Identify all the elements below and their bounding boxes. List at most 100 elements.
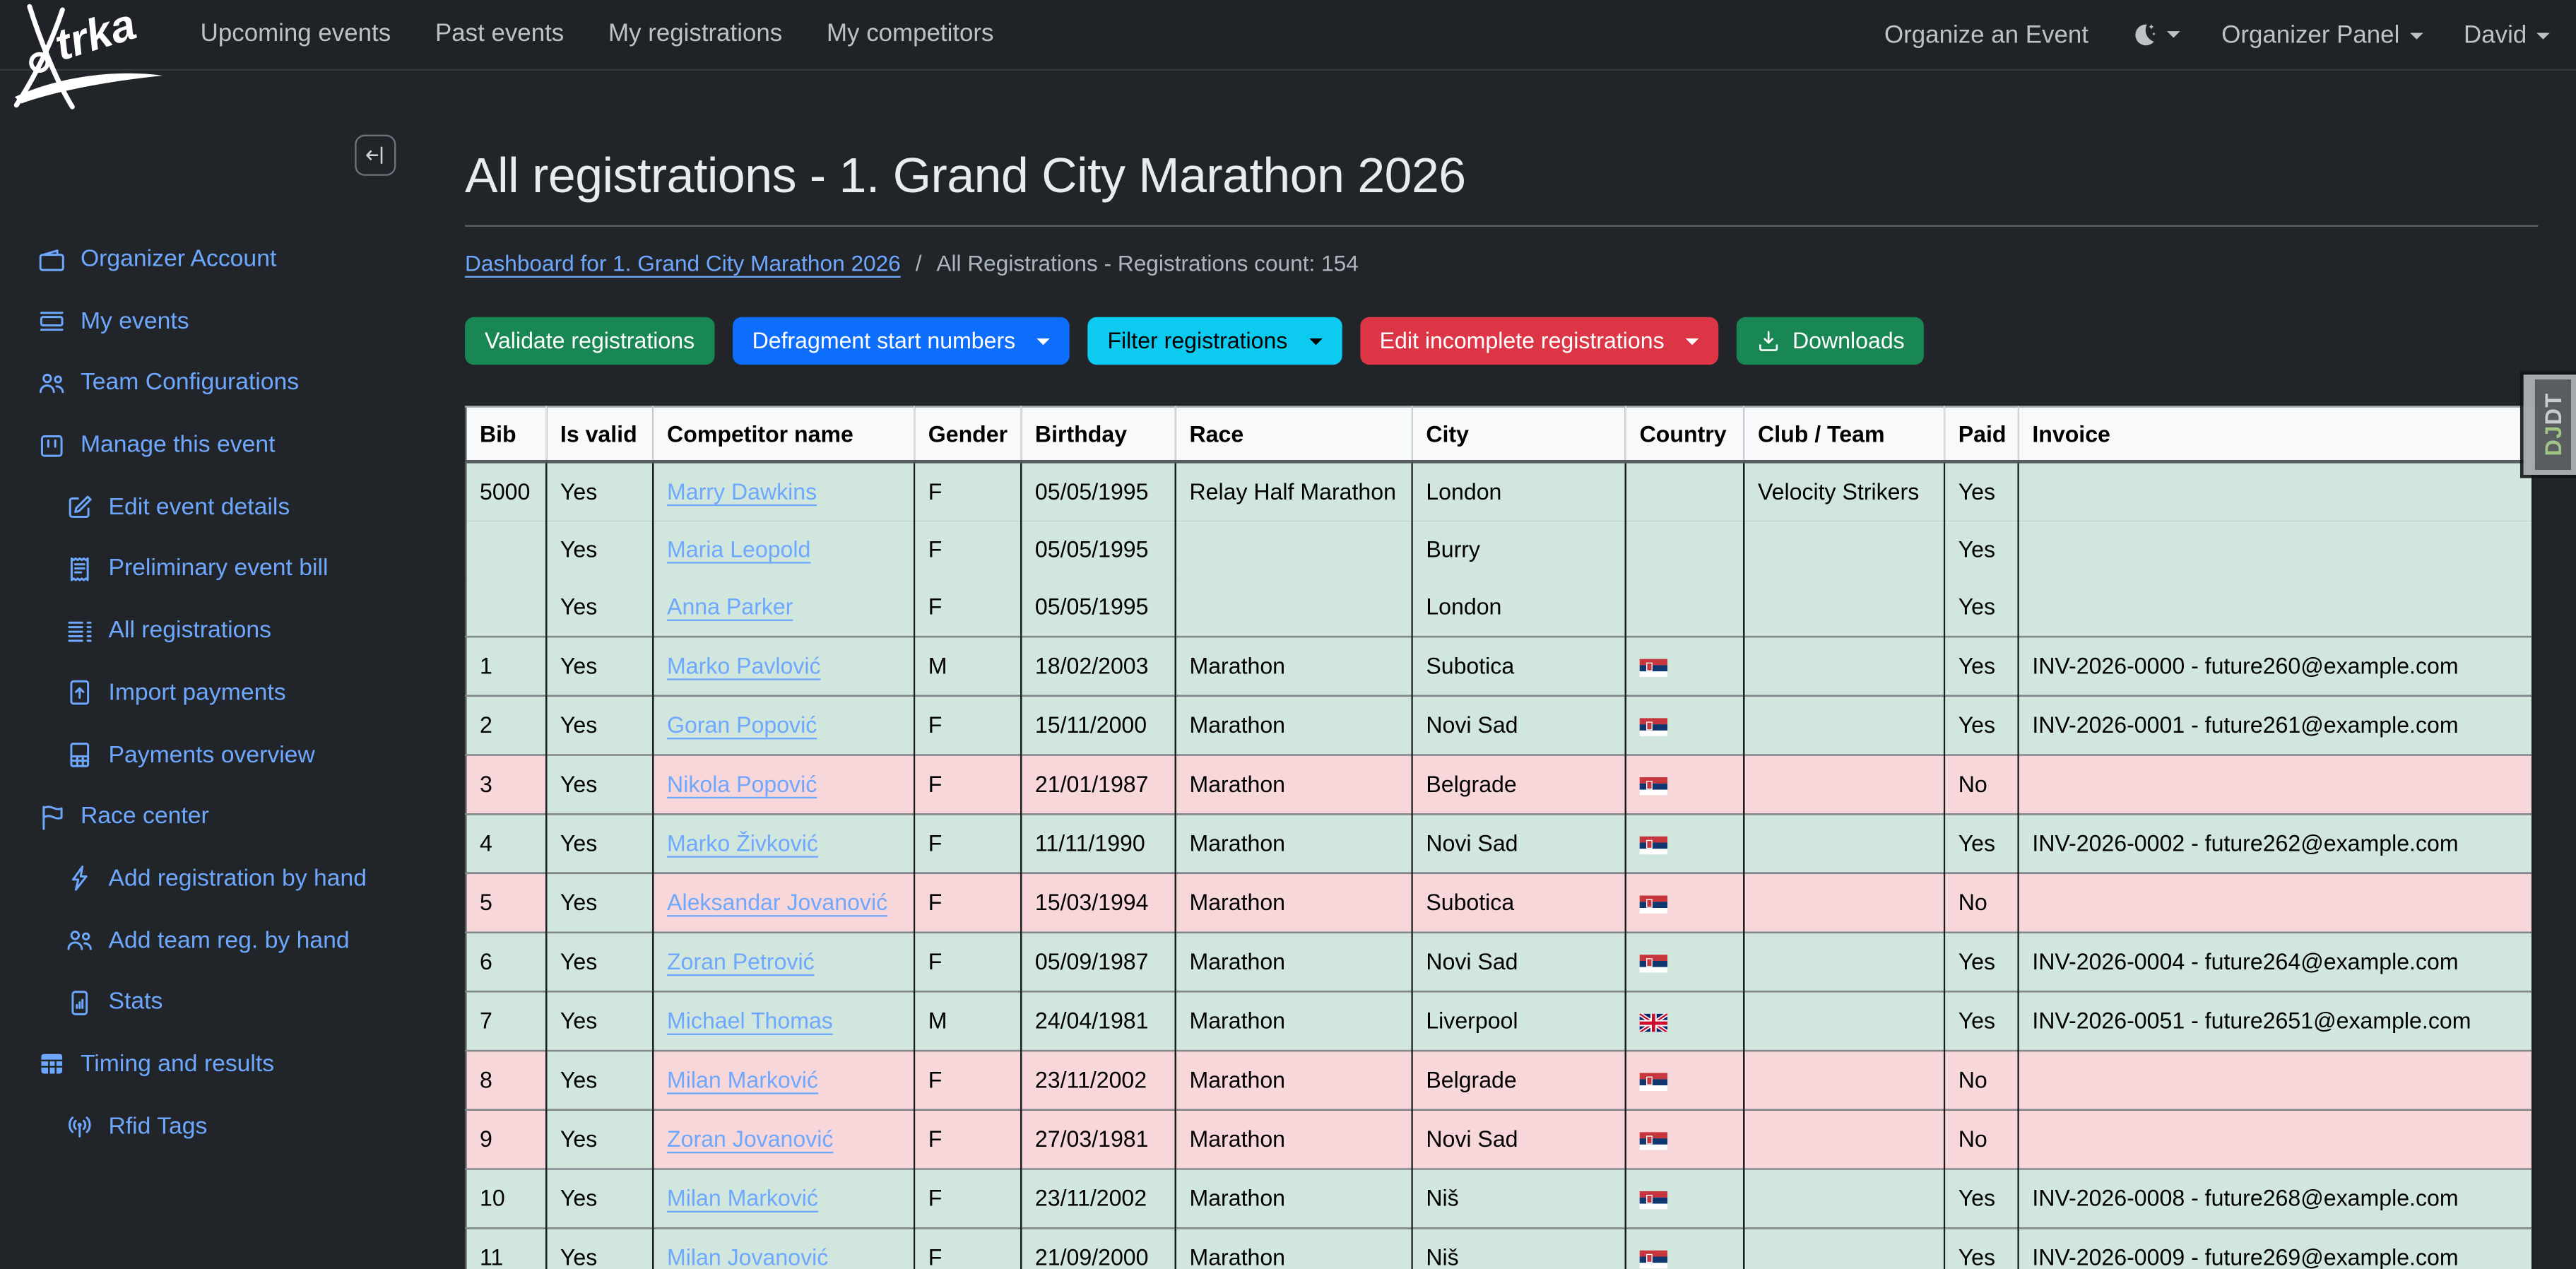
list-columns-icon <box>66 617 94 645</box>
competitor-link[interactable]: Anna Parker <box>667 595 793 620</box>
competitor-link[interactable]: Milan Jovanović <box>667 1246 828 1269</box>
competitor-link[interactable]: Milan Marković <box>667 1186 818 1211</box>
nav-upcoming-events[interactable]: Upcoming events <box>201 20 391 48</box>
sidebar-item-label: Payments overview <box>108 742 314 768</box>
breadcrumb-current: All Registrations - Registrations count:… <box>936 251 1358 276</box>
table-row: 10 Yes Milan Marković F 23/11/2002 Marat… <box>466 1169 2532 1228</box>
djdt-toolbar-handle[interactable]: DJDT <box>2524 374 2576 475</box>
nav-organize-event[interactable]: Organize an Event <box>1884 20 2088 49</box>
sidebar-item-timing-and-results[interactable]: Timing and results <box>0 1045 437 1085</box>
competitor-name-cell: Marry Dawkins <box>653 461 914 521</box>
sidebar-item-edit-event-details[interactable]: Edit event details <box>0 488 437 527</box>
gender-cell: F <box>914 873 1021 933</box>
competitor-link[interactable]: Michael Thomas <box>667 1009 833 1034</box>
birthday-cell: 27/03/1981 <box>1021 1110 1176 1169</box>
column-header-bib: Bib <box>466 407 546 462</box>
competitor-link[interactable]: Aleksandar Jovanović <box>667 890 887 915</box>
nav-past-events[interactable]: Past events <box>435 20 564 48</box>
button-label: Edit incomplete registrations <box>1380 329 1665 353</box>
theme-toggle[interactable] <box>2129 20 2180 49</box>
birthday-cell: 23/11/2002 <box>1021 1051 1176 1110</box>
is-valid-cell: Yes <box>546 1110 653 1169</box>
sidebar-item-organizer-account[interactable]: Organizer Account <box>0 240 437 279</box>
competitor-link[interactable]: Milan Marković <box>667 1068 818 1092</box>
sidebar-item-preliminary-event-bill[interactable]: Preliminary event bill <box>0 550 437 589</box>
sidebar-item-payments-overview[interactable]: Payments overview <box>0 736 437 775</box>
competitor-link[interactable]: Goran Popović <box>667 713 817 738</box>
sidebar-item-label: Import payments <box>108 680 285 706</box>
competitor-link[interactable]: Zoran Jovanović <box>667 1127 833 1152</box>
kanban-icon <box>37 432 66 460</box>
sidebar-item-all-registrations[interactable]: All registrations <box>0 611 437 651</box>
country-cell <box>1626 696 1744 755</box>
nav-my-competitors[interactable]: My competitors <box>827 20 993 48</box>
edit-incomplete-registrations-button[interactable]: Edit incomplete registrations <box>1360 317 1719 365</box>
breadcrumb-dashboard-link[interactable]: Dashboard for 1. Grand City Marathon 202… <box>465 251 901 276</box>
chevron-down-icon <box>1686 338 1699 344</box>
sidebar-item-manage-this-event[interactable]: Manage this event <box>0 425 437 465</box>
downloads-button[interactable]: Downloads <box>1737 317 1925 365</box>
filter-registrations-button[interactable]: Filter registrations <box>1088 317 1342 365</box>
sidebar-item-my-events[interactable]: My events <box>0 302 437 341</box>
is-valid-cell: Yes <box>546 814 653 873</box>
sidebar-item-rfid-tags[interactable]: Rfid Tags <box>0 1106 437 1146</box>
competitor-name-cell: Goran Popović <box>653 696 914 755</box>
sidebar-item-race-center[interactable]: Race center <box>0 797 437 837</box>
sidebar-item-add-team-reg-by-hand[interactable]: Add team reg. by hand <box>0 921 437 960</box>
file-spreadsheet-icon <box>66 741 94 769</box>
defragment-start-numbers-button[interactable]: Defragment start numbers <box>733 317 1070 365</box>
club-team-cell <box>1744 1228 1944 1269</box>
nav-user-menu[interactable]: David <box>2464 20 2550 49</box>
invoice-cell <box>2019 873 2533 933</box>
sidebar-item-team-configurations[interactable]: Team Configurations <box>0 364 437 403</box>
table-row: 3 Yes Nikola Popović F 21/01/1987 Marath… <box>466 755 2532 814</box>
competitor-name-cell: Marko Pavlović <box>653 637 914 696</box>
gender-cell: F <box>914 696 1021 755</box>
sidebar-item-stats[interactable]: Stats <box>0 983 437 1022</box>
race-cell: Marathon <box>1176 755 1412 814</box>
invoice-cell <box>2019 521 2533 578</box>
main-content: All registrations - 1. Grand City Marath… <box>465 69 2538 1269</box>
table-row: Yes Anna Parker F 05/05/1995 London Yes <box>466 578 2532 637</box>
sidebar-item-label: Team Configurations <box>81 370 299 396</box>
is-valid-cell: Yes <box>546 755 653 814</box>
nav-my-registrations[interactable]: My registrations <box>608 20 782 48</box>
button-label: Filter registrations <box>1107 329 1287 353</box>
pencil-square-icon <box>66 493 94 521</box>
gender-cell: F <box>914 933 1021 992</box>
bib-cell: 8 <box>466 1051 546 1110</box>
file-upload-icon <box>66 679 94 707</box>
paid-cell: Yes <box>1944 696 2019 755</box>
top-navbar: trka Upcoming eventsPast eventsMy regist… <box>0 0 2576 71</box>
race-cell <box>1176 578 1412 637</box>
validate-registrations-button[interactable]: Validate registrations <box>465 317 714 365</box>
nav-organizer-panel[interactable]: Organizer Panel <box>2221 20 2423 49</box>
competitor-link[interactable]: Zoran Petrović <box>667 950 815 974</box>
serbia-flag-icon <box>1640 895 1668 914</box>
sidebar-item-add-registration-by-hand[interactable]: Add registration by hand <box>0 859 437 899</box>
competitor-link[interactable]: Marko Pavlović <box>667 654 821 678</box>
invoice-cell: INV-2026-0004 - future264@example.com <box>2019 933 2533 992</box>
uk-flag-icon <box>1640 1013 1668 1032</box>
stats-icon <box>66 988 94 1017</box>
birthday-cell: 18/02/2003 <box>1021 637 1176 696</box>
paid-cell: No <box>1944 1051 2019 1110</box>
sidebar-collapse-button[interactable] <box>355 135 396 176</box>
competitor-link[interactable]: Maria Leopold <box>667 537 810 562</box>
race-cell: Relay Half Marathon <box>1176 461 1412 521</box>
chevron-down-icon <box>2536 32 2550 38</box>
competitor-link[interactable]: Marry Dawkins <box>667 480 817 504</box>
race-cell: Marathon <box>1176 1228 1412 1269</box>
sidebar-item-label: Timing and results <box>81 1051 274 1078</box>
competitor-link[interactable]: Nikola Popović <box>667 772 817 797</box>
gender-cell: F <box>914 1169 1021 1228</box>
invoice-cell: INV-2026-0002 - future262@example.com <box>2019 814 2533 873</box>
brand-logo[interactable]: trka <box>5 1 170 107</box>
sidebar-item-import-payments[interactable]: Import payments <box>0 673 437 713</box>
competitor-link[interactable]: Marko Živković <box>667 832 818 856</box>
is-valid-cell: Yes <box>546 1169 653 1228</box>
invoice-cell: INV-2026-0009 - future269@example.com <box>2019 1228 2533 1269</box>
country-cell <box>1626 873 1744 933</box>
sidebar-item-label: All registrations <box>108 618 271 644</box>
chevron-down-icon <box>2409 32 2423 38</box>
